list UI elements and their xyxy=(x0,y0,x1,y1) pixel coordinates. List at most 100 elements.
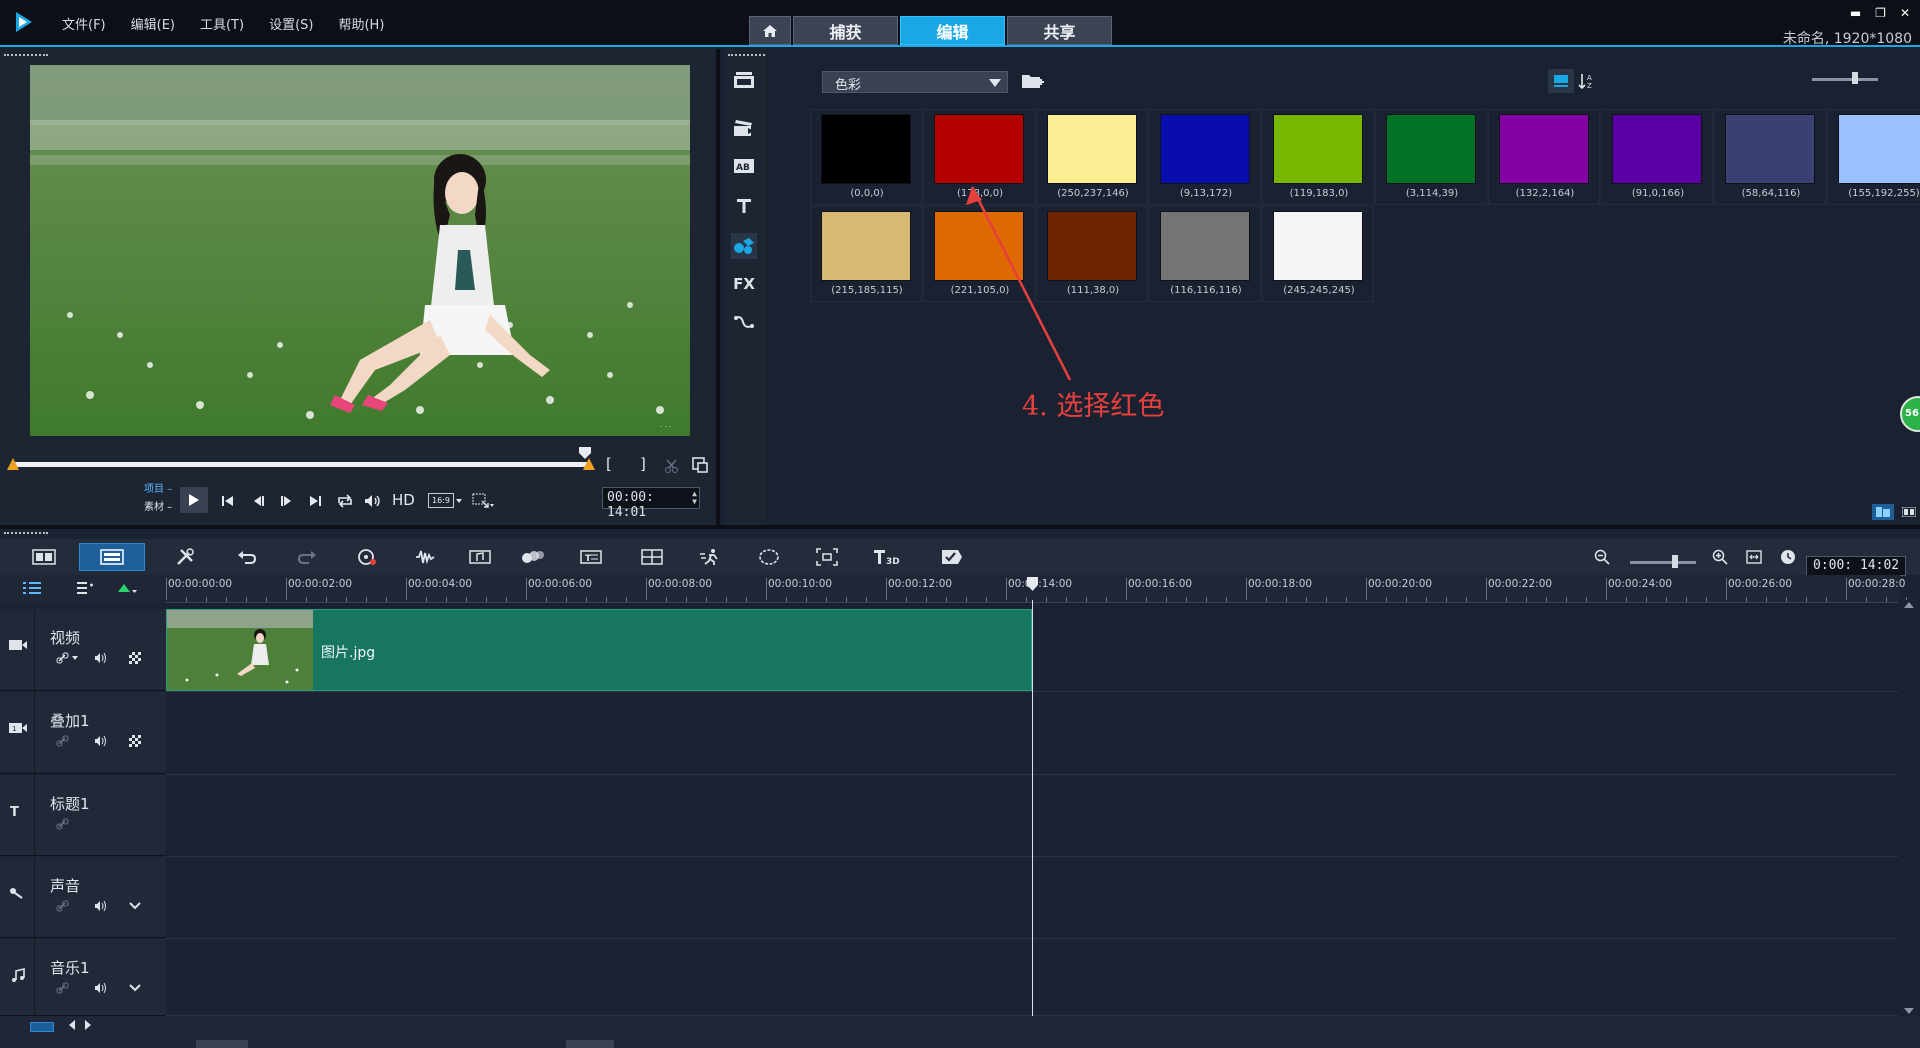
thumbnail-size-slider[interactable] xyxy=(1812,78,1878,81)
ripple-link-icon[interactable] xyxy=(54,981,72,995)
media-library-button[interactable] xyxy=(731,67,757,93)
color-swatch[interactable]: (9,13,172) xyxy=(1149,109,1261,205)
title-button[interactable] xyxy=(731,193,757,219)
ripple-link-icon[interactable] xyxy=(54,899,72,913)
scroll-down-icon[interactable] xyxy=(1904,1008,1914,1014)
track-header-voice[interactable]: 声音 xyxy=(0,857,166,938)
split-clip-icon[interactable] xyxy=(664,459,680,473)
mask-creator-button[interactable] xyxy=(752,543,786,571)
close-icon[interactable]: ✕ xyxy=(1900,6,1910,20)
chevron-down-icon[interactable] xyxy=(456,499,462,503)
auto-scroll-toggle[interactable] xyxy=(30,1022,54,1032)
track-transparency-icon[interactable] xyxy=(126,651,144,665)
minimize-icon[interactable]: ▬ xyxy=(1850,6,1861,20)
track-header-overlay[interactable]: 1 叠加1 xyxy=(0,692,166,774)
restore-icon[interactable]: ❐ xyxy=(1875,6,1886,20)
storyboard-view-button[interactable] xyxy=(27,543,61,571)
instant-project-button[interactable] xyxy=(731,115,757,141)
repeat-button[interactable] xyxy=(335,491,355,511)
smart-package-button[interactable] xyxy=(935,543,969,571)
horizontal-scrollbar-thumb[interactable] xyxy=(566,1040,614,1048)
multi-camera-button[interactable] xyxy=(635,543,669,571)
track-volume-icon[interactable] xyxy=(92,651,110,665)
zoom-out-button[interactable] xyxy=(1590,543,1614,571)
project-duration-button[interactable] xyxy=(1776,543,1800,571)
auto-music-button[interactable] xyxy=(463,543,497,571)
track-volume-icon[interactable] xyxy=(92,981,110,995)
panel-grip[interactable] xyxy=(4,54,48,58)
ripple-link-icon[interactable] xyxy=(54,817,72,831)
redo-button[interactable] xyxy=(290,543,324,571)
3d-title-button[interactable]: 3D xyxy=(870,543,904,571)
hd-preview-button[interactable]: HD xyxy=(392,491,415,509)
track-transparency-icon[interactable] xyxy=(126,734,144,748)
scrubber-playhead-icon[interactable] xyxy=(578,446,592,460)
sound-mixer-button[interactable] xyxy=(408,543,442,571)
menu-settings[interactable]: 设置(S) xyxy=(269,14,313,33)
color-swatch[interactable]: (215,185,115) xyxy=(810,206,922,302)
undo-button[interactable] xyxy=(230,543,264,571)
tab-share[interactable]: 共享 xyxy=(1007,16,1112,45)
display-mode-icon[interactable] xyxy=(472,493,494,509)
timeline-playhead[interactable] xyxy=(1032,600,1033,1016)
scroll-up-icon[interactable] xyxy=(1904,602,1914,608)
trim-start-handle[interactable] xyxy=(7,458,19,470)
library-layout-button[interactable] xyxy=(1898,504,1920,520)
fit-project-button[interactable] xyxy=(1742,543,1766,571)
track-header-video[interactable]: 视频 xyxy=(0,609,166,691)
library-view-toggle-button[interactable] xyxy=(1872,504,1894,520)
track-volume-icon[interactable] xyxy=(92,734,110,748)
pan-zoom-button[interactable] xyxy=(810,543,844,571)
menu-file[interactable]: 文件(F) xyxy=(62,14,106,33)
add-folder-icon[interactable] xyxy=(1020,69,1046,93)
aspect-ratio-button[interactable]: 16:9 xyxy=(428,493,454,508)
path-button[interactable] xyxy=(731,309,757,335)
timeline-zoom-knob[interactable] xyxy=(1672,555,1678,568)
player-timecode-value[interactable]: 00:00: 14:01 xyxy=(607,490,654,520)
record-capture-button[interactable] xyxy=(350,543,384,571)
color-swatch[interactable]: (58,64,116) xyxy=(1714,109,1826,205)
timeline-zoom-slider[interactable] xyxy=(1630,561,1696,564)
scrubber-track[interactable] xyxy=(12,462,590,467)
horizontal-scrollbar-thumb[interactable] xyxy=(196,1040,248,1048)
color-swatch[interactable]: (245,245,245) xyxy=(1262,206,1374,302)
color-swatch[interactable]: (91,0,166) xyxy=(1601,109,1713,205)
subtitle-editor-button[interactable]: T xyxy=(574,543,608,571)
timeline-view-button[interactable] xyxy=(79,543,145,571)
color-swatch[interactable]: (155,192,255) xyxy=(1827,109,1920,205)
menu-edit[interactable]: 编辑(E) xyxy=(131,14,175,33)
play-button[interactable] xyxy=(180,487,208,513)
video-clip[interactable]: 图片.jpg xyxy=(166,609,1032,691)
tab-edit[interactable]: 编辑 xyxy=(900,16,1005,45)
track-header-music[interactable]: 音乐1 xyxy=(0,939,166,1016)
enlarge-preview-icon[interactable] xyxy=(692,457,708,473)
filter-button[interactable]: FX xyxy=(731,271,757,297)
thumbnail-size-knob[interactable] xyxy=(1852,72,1858,84)
mark-out-button[interactable]: ] xyxy=(640,455,646,473)
go-to-start-button[interactable] xyxy=(218,491,238,511)
timecode-spinner[interactable]: ▲ ▼ xyxy=(692,490,697,506)
color-swatch[interactable]: (0,0,0) xyxy=(810,109,922,205)
home-tab[interactable] xyxy=(749,16,791,45)
time-remapping-button[interactable] xyxy=(694,543,728,571)
chevron-down-icon[interactable] xyxy=(126,981,144,995)
chevron-down-icon[interactable] xyxy=(126,899,144,913)
playhead-marker-icon[interactable] xyxy=(1026,576,1039,592)
next-frame-button[interactable] xyxy=(276,491,296,511)
color-swatch[interactable]: (3,114,39) xyxy=(1375,109,1487,205)
tab-capture[interactable]: 捕获 xyxy=(793,16,898,45)
track-volume-icon[interactable] xyxy=(92,899,110,913)
motion-tracking-button[interactable] xyxy=(516,543,550,571)
playback-mode-labels[interactable]: 项目 – 素材 – xyxy=(144,481,172,517)
track-manager-icon[interactable] xyxy=(76,581,96,595)
transition-button[interactable]: AB xyxy=(731,153,757,179)
category-dropdown[interactable]: 色彩 xyxy=(822,71,1008,93)
toolbox-button[interactable] xyxy=(168,543,202,571)
project-mode-label[interactable]: 项目 xyxy=(144,484,164,495)
scroll-left-icon[interactable] xyxy=(68,1020,76,1030)
show-all-tracks-icon[interactable] xyxy=(22,581,42,595)
menu-tools[interactable]: 工具(T) xyxy=(200,14,244,33)
color-swatch[interactable]: (116,116,116) xyxy=(1149,206,1261,302)
scroll-right-icon[interactable] xyxy=(84,1020,92,1030)
volume-button[interactable] xyxy=(363,491,383,511)
